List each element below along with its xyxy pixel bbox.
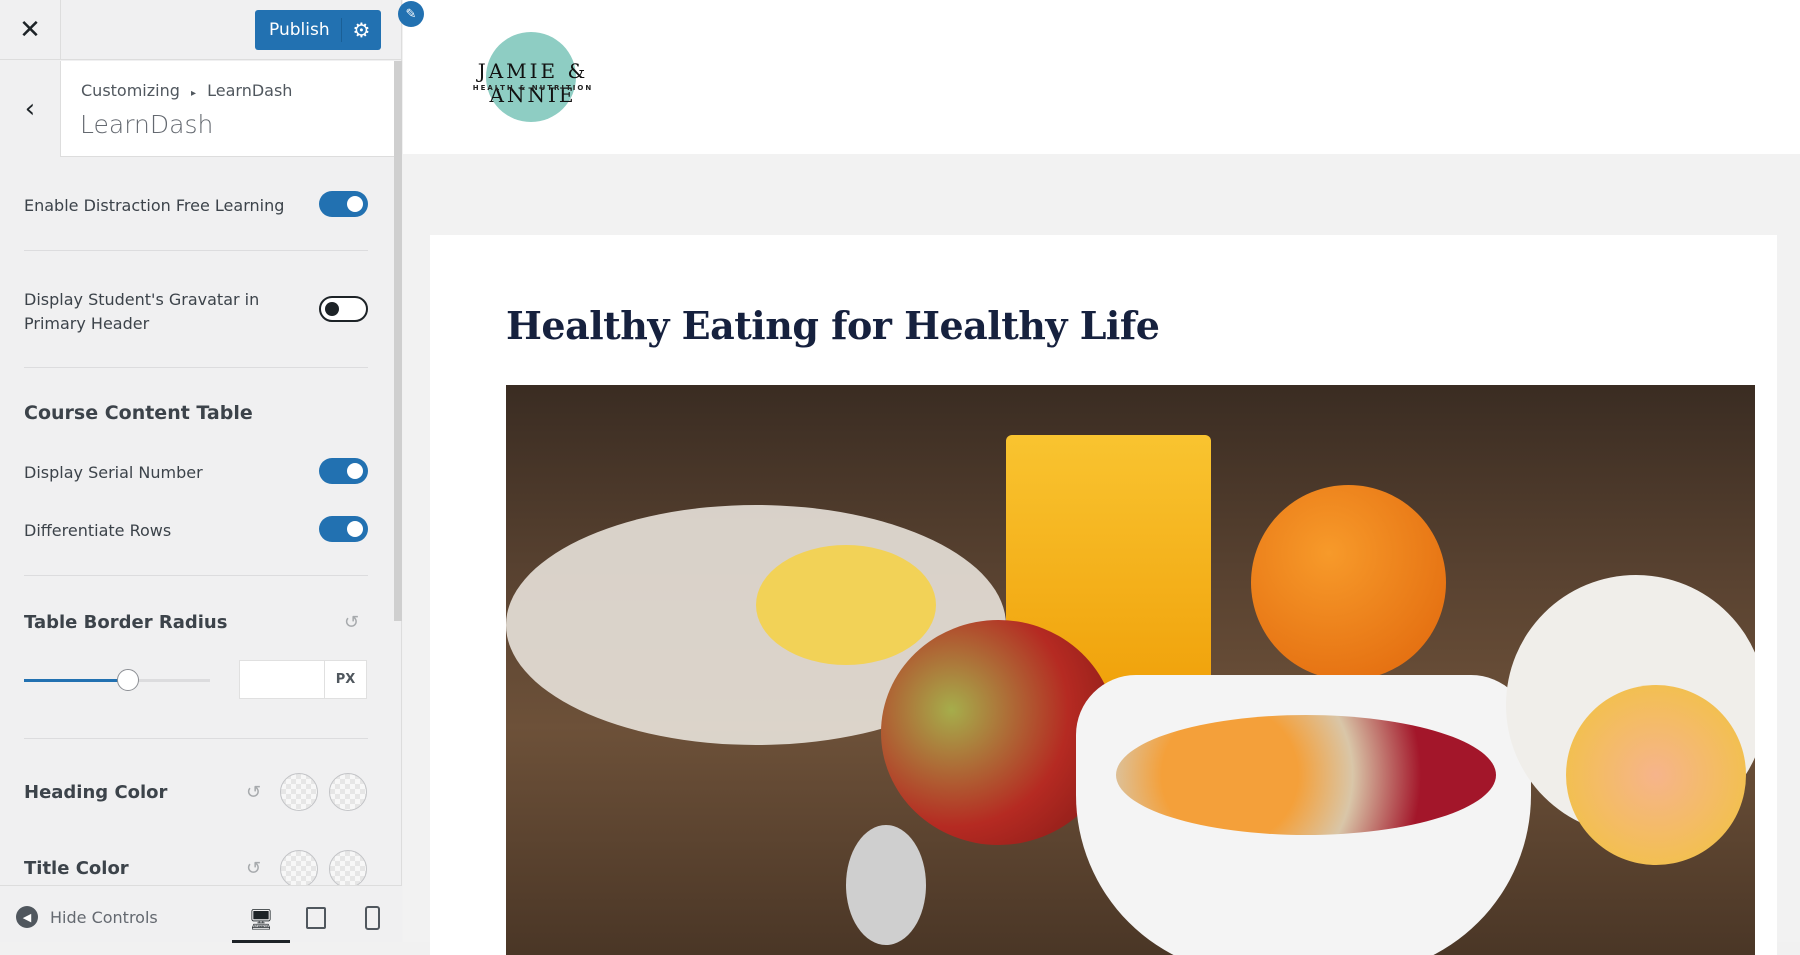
gear-icon[interactable]: ⚙ <box>341 18 381 42</box>
divider <box>24 367 368 368</box>
chevron-left-icon[interactable]: ‹ <box>0 61 61 157</box>
scrollbar[interactable] <box>394 61 402 621</box>
hide-controls-button[interactable]: ◀ Hide Controls <box>16 906 158 928</box>
heading-color-swatch[interactable] <box>280 773 318 811</box>
collapse-icon: ◀ <box>16 906 38 928</box>
control-differentiate-rows: Differentiate Rows <box>24 516 368 542</box>
serial-number-toggle[interactable] <box>319 458 368 484</box>
close-icon[interactable]: ✕ <box>0 0 61 60</box>
divider <box>24 738 368 739</box>
mobile-preview-icon[interactable] <box>365 906 380 930</box>
control-label: Differentiate Rows <box>24 521 172 540</box>
publish-button[interactable]: Publish ⚙ <box>255 10 381 50</box>
publish-label: Publish <box>269 20 330 40</box>
table-border-radius-label: Table Border Radius <box>24 612 228 633</box>
border-radius-input-group: PX <box>239 660 367 699</box>
post-card: Healthy Eating for Healthy Life <box>430 235 1777 955</box>
title-color-swatch[interactable] <box>280 850 318 888</box>
logo-tagline: HEALTH & NUTRITION <box>472 84 594 92</box>
control-label: Display Serial Number <box>24 463 203 482</box>
hide-controls-label: Hide Controls <box>50 907 158 927</box>
eggs <box>756 545 936 665</box>
control-label: Enable Distraction Free Learning <box>24 196 285 215</box>
border-radius-input[interactable] <box>240 661 324 698</box>
heading-hover-color-swatch[interactable] <box>329 773 367 811</box>
orange <box>1251 485 1446 680</box>
distraction-free-toggle[interactable] <box>319 191 368 217</box>
border-radius-slider[interactable] <box>24 669 210 691</box>
reset-icon[interactable]: ↺ <box>246 782 261 803</box>
slider-fill <box>24 679 129 682</box>
differentiate-rows-toggle[interactable] <box>319 516 368 542</box>
course-content-table-heading: Course Content Table <box>24 402 253 424</box>
grapefruit <box>1566 685 1746 865</box>
site-preview: ✎ JAMIE & ANNIE HEALTH & NUTRITION Healt… <box>398 0 1800 955</box>
edit-shortcut-icon[interactable]: ✎ <box>398 1 424 27</box>
desktop-preview-icon[interactable]: 🖥 <box>232 898 290 943</box>
reset-icon[interactable]: ↺ <box>246 858 261 879</box>
breadcrumb-separator: ▸ <box>190 88 197 99</box>
reset-icon[interactable]: ↺ <box>344 612 359 633</box>
slider-handle[interactable] <box>117 669 140 691</box>
customizer-topbar: ✕ Publish ⚙ <box>0 0 402 60</box>
divider <box>24 575 368 576</box>
featured-image <box>506 385 1755 955</box>
title-hover-color-swatch[interactable] <box>329 850 367 888</box>
divider <box>24 250 368 251</box>
section-header: ‹ Customizing ▸ LearnDash LearnDash <box>0 61 394 157</box>
spoon <box>846 825 926 945</box>
control-serial-number: Display Serial Number <box>24 458 368 484</box>
site-header: ✎ JAMIE & ANNIE HEALTH & NUTRITION <box>398 0 1800 154</box>
section-title: LearnDash <box>80 110 214 139</box>
control-distraction-free: Enable Distraction Free Learning <box>24 191 368 217</box>
control-gravatar: Display Student's Gravatar in Primary He… <box>24 288 324 336</box>
site-logo[interactable]: JAMIE & ANNIE HEALTH & NUTRITION <box>433 30 633 122</box>
customizer-sidebar: ✕ Publish ⚙ ‹ Customizing ▸ LearnDash Le… <box>0 0 402 943</box>
customizer-footer: ◀ Hide Controls 🖥 <box>0 885 402 943</box>
tablet-preview-icon[interactable] <box>306 907 326 929</box>
breadcrumb-current: LearnDash <box>207 81 293 100</box>
breadcrumb: Customizing ▸ LearnDash <box>81 81 292 100</box>
logo-name: JAMIE & ANNIE <box>477 59 589 107</box>
gravatar-toggle[interactable] <box>319 296 368 322</box>
unit-label: PX <box>324 661 366 698</box>
post-title[interactable]: Healthy Eating for Healthy Life <box>506 303 1160 348</box>
control-label: Display Student's Gravatar in Primary He… <box>24 290 260 333</box>
bowl-contents <box>1116 715 1496 835</box>
breadcrumb-root: Customizing <box>81 81 180 100</box>
